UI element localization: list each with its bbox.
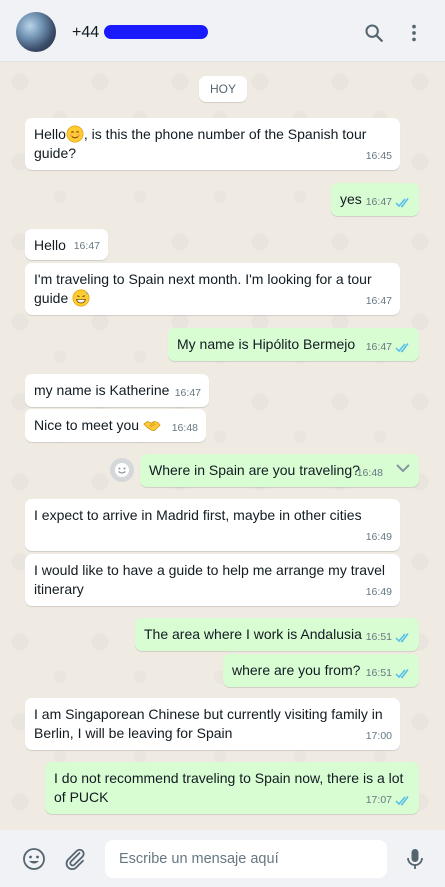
message-outgoing[interactable]: yes 16:47 <box>331 183 419 216</box>
message-text: The area where I work is Andalusia <box>144 626 362 642</box>
read-ticks-icon <box>395 633 409 643</box>
message-incoming[interactable]: my name is Katherine 16:47 <box>25 374 209 407</box>
read-ticks-icon <box>395 343 409 353</box>
message-time: 16:47 <box>365 341 392 353</box>
contact-avatar[interactable] <box>16 12 56 52</box>
message-time: 16:49 <box>365 586 392 598</box>
message-time: 17:07 <box>365 794 392 806</box>
message-outgoing[interactable]: My name is Hipólito Bermejo 16:47 <box>168 328 419 361</box>
message-outgoing[interactable]: Where in Spain are you traveling? 16:48 <box>140 454 419 487</box>
message-text: I'm traveling to Spain next month. I'm l… <box>34 271 372 307</box>
read-ticks-icon <box>395 198 409 208</box>
emoji-icon[interactable] <box>22 847 46 871</box>
message-text: My name is Hipólito Bermejo <box>177 336 356 352</box>
attach-icon[interactable] <box>63 847 87 871</box>
day-divider: HOY <box>199 76 247 102</box>
handshake-emoji <box>143 420 161 431</box>
read-ticks-icon <box>395 669 409 679</box>
message-text: yes <box>340 191 362 207</box>
search-icon[interactable] <box>363 22 385 44</box>
message-input-placeholder: Escribe un mensaje aquí <box>119 851 279 867</box>
message-outgoing[interactable]: The area where I work is Andalusia 16:51 <box>135 618 419 651</box>
message-time: 16:48 <box>356 467 383 479</box>
chat-area[interactable]: HOY Hello, is this the phone number of t… <box>0 62 445 830</box>
message-text: Hello <box>34 237 66 253</box>
message-text: Nice to meet you <box>34 417 161 433</box>
message-incoming[interactable]: Hello 16:47 <box>25 229 108 260</box>
menu-icon[interactable] <box>403 22 425 44</box>
message-time: 16:51 <box>365 631 392 643</box>
grinning-sweat-face-emoji <box>72 289 90 307</box>
message-time: 16:49 <box>365 531 392 543</box>
message-time: 16:48 <box>171 422 198 434</box>
message-time: 17:00 <box>365 730 392 742</box>
message-text: Where in Spain are you traveling? <box>149 462 360 478</box>
message-input[interactable]: Escribe un mensaje aquí <box>105 840 387 878</box>
message-time: 16:47 <box>365 196 392 208</box>
react-emoji-icon[interactable] <box>110 458 134 482</box>
message-incoming[interactable]: I expect to arrive in Madrid first, mayb… <box>25 499 400 551</box>
message-text: I do not recommend traveling to Spain no… <box>54 770 404 805</box>
message-incoming[interactable]: Nice to meet you 16:48 <box>25 409 206 442</box>
message-outgoing[interactable]: I do not recommend traveling to Spain no… <box>45 762 419 814</box>
message-outgoing[interactable]: where are you from? 16:51 <box>223 654 419 687</box>
message-text: my name is Katherine <box>34 382 170 398</box>
message-time: 16:51 <box>365 667 392 679</box>
smiling-face-emoji <box>66 125 84 143</box>
chevron-down-icon[interactable] <box>394 461 412 475</box>
composer-bar: Escribe un mensaje aquí <box>0 830 445 887</box>
message-time: 16:47 <box>174 387 201 399</box>
message-text: I expect to arrive in Madrid first, mayb… <box>34 507 362 523</box>
message-incoming[interactable]: I am Singaporean Chinese but currently v… <box>25 698 400 750</box>
message-time: 16:47 <box>365 295 392 307</box>
message-incoming[interactable]: Hello, is this the phone number of the S… <box>25 118 400 170</box>
read-ticks-icon <box>395 796 409 806</box>
message-time: 16:45 <box>365 150 392 162</box>
redaction-mark <box>104 25 208 39</box>
message-text: I would like to have a guide to help me … <box>34 562 385 597</box>
contact-phone[interactable]: +44 <box>72 24 99 42</box>
message-time: 16:47 <box>73 240 100 252</box>
message-incoming[interactable]: I would like to have a guide to help me … <box>25 554 400 606</box>
message-text: where are you from? <box>232 662 361 678</box>
message-text: Hello, is this the phone number of the S… <box>34 125 367 161</box>
message-incoming[interactable]: I'm traveling to Spain next month. I'm l… <box>25 263 400 315</box>
chat-header: +44 <box>0 0 445 62</box>
mic-icon[interactable] <box>403 847 427 871</box>
message-text: I am Singaporean Chinese but currently v… <box>34 706 383 741</box>
